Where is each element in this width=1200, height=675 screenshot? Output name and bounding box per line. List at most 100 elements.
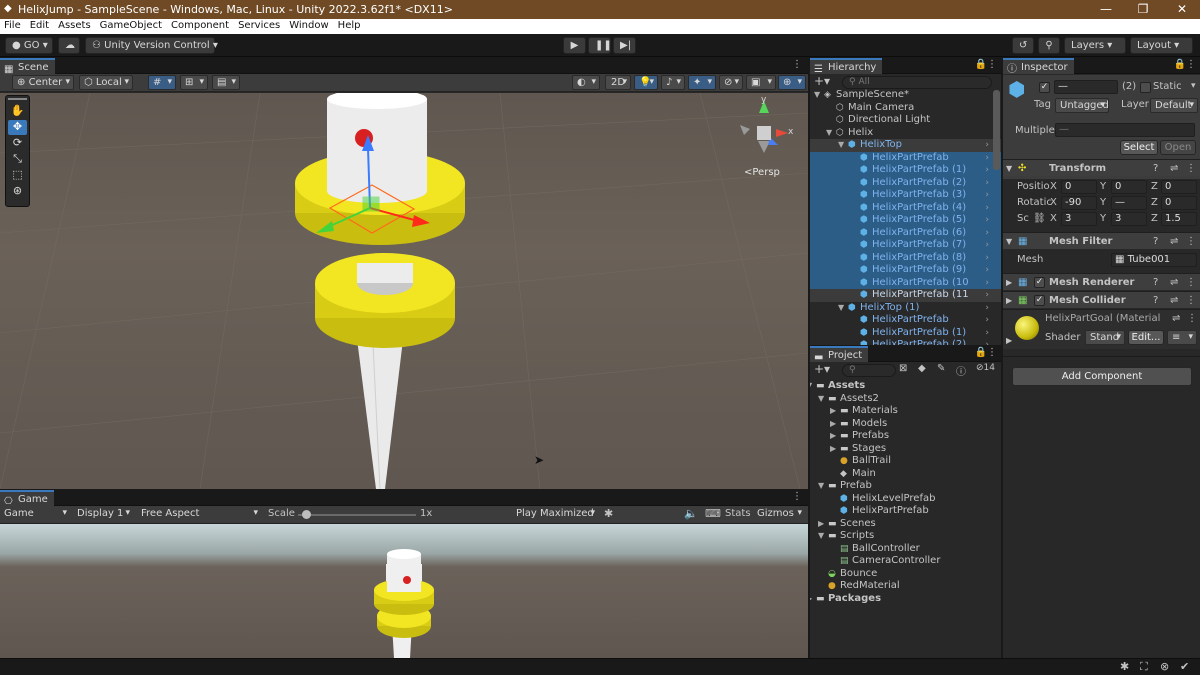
mesh-object-field[interactable]: ▦ Tube001 <box>1111 253 1197 267</box>
network-icon[interactable]: ⛶ <box>1140 660 1148 674</box>
menu-assets[interactable]: Assets <box>54 19 96 31</box>
material-menu-icon[interactable]: ⋮ <box>1187 313 1197 324</box>
space-dropdown[interactable]: ⬡ Local <box>79 75 133 90</box>
project-item[interactable]: ▶ ▬Packages <box>810 593 1001 606</box>
undo-history-button[interactable]: ↺ <box>1012 37 1034 54</box>
project-item[interactable]: ▤ BallController <box>810 543 1001 556</box>
lighting-toggle[interactable]: 💡 <box>634 75 658 90</box>
open-prefab-chevron-icon[interactable]: › <box>985 227 989 240</box>
open-prefab-chevron-icon[interactable]: › <box>985 339 989 345</box>
hidden-objects-toggle[interactable]: ⊘ <box>719 75 743 90</box>
open-prefab-chevron-icon[interactable]: › <box>985 252 989 265</box>
hierarchy-item[interactable]: ⬢ HelixPartPrefab (1) › <box>810 327 1001 340</box>
project-item[interactable]: ◒ Bounce <box>810 568 1001 581</box>
hierarchy-item[interactable]: ⬢ HelixPartPrefab (2) › <box>810 176 1001 189</box>
select-button[interactable]: Select <box>1120 140 1158 155</box>
game-view-dropdown[interactable]: Game <box>0 507 70 522</box>
help-icon[interactable]: ? <box>1153 292 1158 309</box>
component-menu-icon[interactable]: ⋮ <box>1186 233 1196 250</box>
hierarchy-item[interactable]: ⬡ Directional Light <box>810 114 1001 127</box>
search-button[interactable]: ⚲ <box>1038 37 1060 54</box>
expand-arrow-icon[interactable]: ▼ <box>814 89 820 102</box>
help-icon[interactable]: ? <box>1153 160 1158 177</box>
create-asset-button[interactable]: +▾ <box>814 362 830 376</box>
open-prefab-chevron-icon[interactable]: › <box>985 202 989 215</box>
shading-mode-dropdown[interactable]: ◐ <box>572 75 600 90</box>
bug-icon[interactable]: ✱ <box>604 507 613 520</box>
palette-grip[interactable] <box>8 98 27 100</box>
material-preset-icon[interactable]: ⇌ <box>1172 313 1180 324</box>
shader-dropdown[interactable]: Stand <box>1085 330 1125 345</box>
scale-slider[interactable] <box>298 510 416 519</box>
snap-dropdown[interactable]: # <box>148 75 176 90</box>
open-prefab-chevron-icon[interactable]: › <box>985 189 989 202</box>
static-checkbox[interactable] <box>1140 82 1151 93</box>
cloud-button[interactable]: ☁ <box>58 37 80 54</box>
hierarchy-menu-icon[interactable]: ⋮ <box>987 59 997 70</box>
project-item[interactable]: ▶ ▬ Scenes <box>810 518 1001 531</box>
position-y-input[interactable]: 0 <box>1111 180 1147 194</box>
add-component-button[interactable]: Add Component <box>1012 367 1192 386</box>
collapse-arrow-icon[interactable]: ▶ <box>810 593 812 606</box>
hierarchy-item[interactable]: ⬢ HelixPartPrefab › <box>810 314 1001 327</box>
mesh-renderer-enabled-checkbox[interactable]: ✓ <box>1034 277 1045 288</box>
object-name-input[interactable]: — <box>1054 80 1118 94</box>
open-prefab-chevron-icon[interactable]: › <box>985 277 989 290</box>
scale-tool-icon[interactable]: ⤡ <box>8 152 27 167</box>
help-icon[interactable]: ? <box>1153 233 1158 250</box>
scene-viewport[interactable]: y x <Persp ➤ ✋ ✥ ⟳ ⤡ ⬚ ⊛ <box>0 93 808 489</box>
tab-project[interactable]: ▬ Project <box>810 346 869 363</box>
search-by-label-icon[interactable]: ◆ <box>918 363 926 374</box>
lock-icon[interactable]: 🔒 <box>975 59 987 70</box>
expand-arrow-icon[interactable]: ▼ <box>818 480 824 493</box>
mesh-renderer-header[interactable]: ▶ ▦ ✓ Mesh Renderer ? ⇌ ⋮ <box>1003 273 1200 290</box>
close-button[interactable]: ✕ <box>1172 2 1192 16</box>
step-button[interactable]: ▶| <box>613 37 636 54</box>
project-search-input[interactable]: ⚲ <box>842 364 896 377</box>
open-prefab-chevron-icon[interactable]: › <box>985 264 989 277</box>
open-prefab-chevron-icon[interactable]: › <box>985 327 989 340</box>
play-button[interactable]: ▶ <box>563 37 586 54</box>
menu-help[interactable]: Help <box>334 19 366 31</box>
open-prefab-chevron-icon[interactable]: › <box>985 214 989 227</box>
tag-dropdown[interactable]: Untagged <box>1055 98 1109 113</box>
gizmos-dropdown[interactable]: ⊕ <box>778 75 806 90</box>
layout-dropdown[interactable]: Layout ▾ <box>1130 37 1193 54</box>
hidden-packages-count[interactable]: ⊘14 <box>976 363 995 373</box>
open-prefab-chevron-icon[interactable]: › <box>985 314 989 327</box>
transform-header[interactable]: ▼ ✣ Transform ? ⇌ ⋮ <box>1003 159 1200 176</box>
hierarchy-scrollbar[interactable] <box>993 90 1000 170</box>
menu-services[interactable]: Services <box>234 19 285 31</box>
shader-options-dropdown[interactable]: ≡ <box>1167 330 1197 345</box>
aspect-dropdown[interactable]: Free Aspect <box>137 507 261 522</box>
game-panel-menu-icon[interactable]: ⋮ <box>792 491 802 502</box>
hierarchy-item[interactable]: ⬢ HelixPartPrefab (8) › <box>810 251 1001 265</box>
tab-game[interactable]: ⎔ Game <box>0 490 54 507</box>
expand-arrow-icon[interactable]: ▼ <box>838 302 844 315</box>
debug-icon[interactable]: ✱ <box>1120 660 1129 673</box>
move-tool-icon[interactable]: ✥ <box>8 120 27 135</box>
panel-menu-icon[interactable]: ⋮ <box>792 59 802 70</box>
hand-tool-icon[interactable]: ✋ <box>8 104 27 119</box>
preset-icon[interactable]: ⇌ <box>1170 160 1178 177</box>
project-item[interactable]: ▶ ▬ Models <box>810 418 1001 431</box>
project-item[interactable]: ▶ ▬ Prefabs <box>810 430 1001 443</box>
collapse-arrow-icon[interactable]: ▶ <box>830 443 836 456</box>
collapse-arrow-icon[interactable]: ▶ <box>818 518 824 531</box>
inspector-lock-icon[interactable]: 🔒 <box>1174 59 1186 70</box>
info-icon[interactable]: ⓘ <box>956 363 966 378</box>
open-prefab-chevron-icon[interactable]: › <box>985 164 989 177</box>
tab-scene[interactable]: ▦ Scene <box>0 58 55 75</box>
perspective-label[interactable]: <Persp <box>744 167 780 178</box>
preset-icon[interactable]: ⇌ <box>1170 292 1178 309</box>
play-mode-dropdown[interactable]: Play Maximized <box>512 507 598 522</box>
hierarchy-item[interactable]: ▼ ⬡ Helix <box>810 127 1001 140</box>
tab-hierarchy[interactable]: ☰ Hierarchy <box>810 58 883 75</box>
hierarchy-item[interactable]: ▼ ⬢ HelixTop (1) › <box>810 302 1001 315</box>
mesh-collider-header[interactable]: ▶ ▦ ✓ Mesh Collider ? ⇌ ⋮ <box>1003 291 1200 308</box>
project-item[interactable]: ▶ ▬ Stages <box>810 443 1001 456</box>
collapse-arrow-icon[interactable]: ▶ <box>830 405 836 418</box>
layers-dropdown[interactable]: Layers ▾ <box>1064 37 1126 54</box>
hierarchy-item[interactable]: ▼ ⬢ HelixTop › <box>810 139 1001 152</box>
transform-tool-icon[interactable]: ⊛ <box>8 184 27 199</box>
